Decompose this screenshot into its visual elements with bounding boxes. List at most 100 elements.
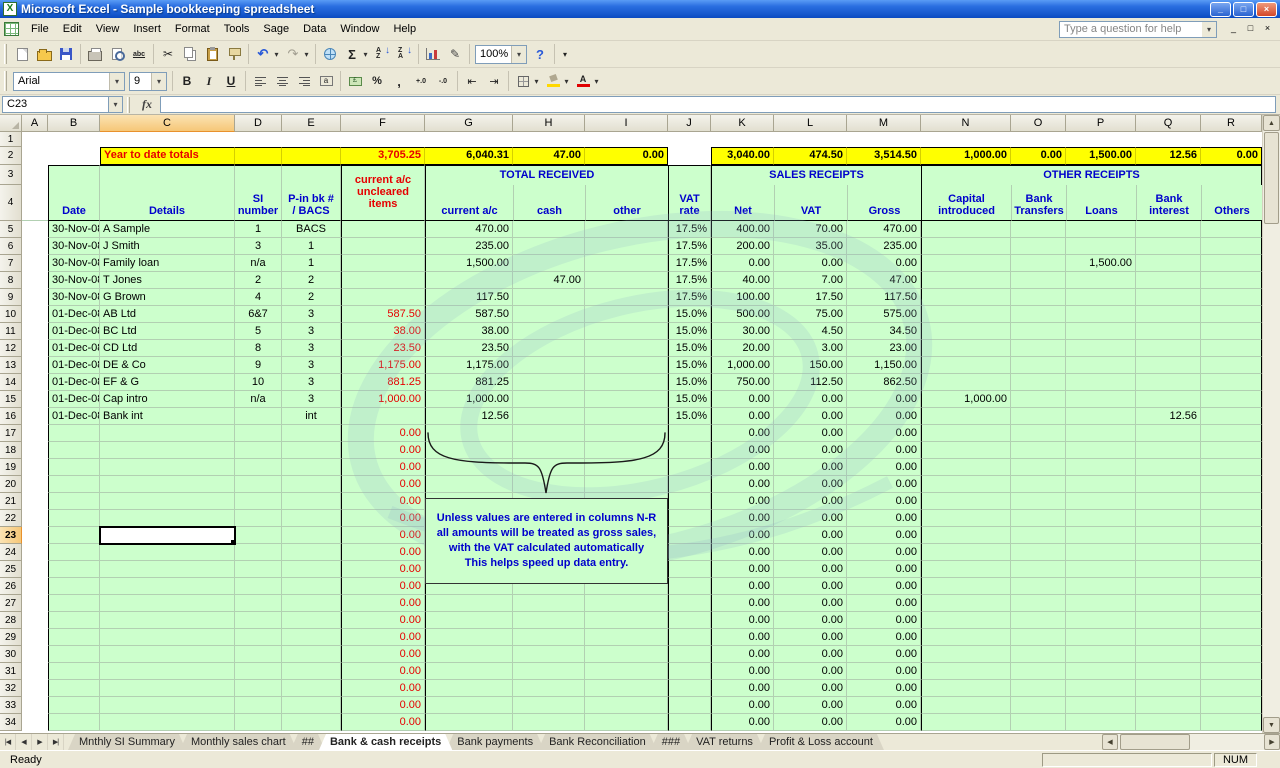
cell-E7[interactable]: 1	[282, 255, 341, 272]
cell-B34[interactable]	[48, 714, 100, 731]
open-button[interactable]	[33, 43, 55, 65]
cell-C20[interactable]	[100, 476, 235, 493]
cell-G30[interactable]	[425, 646, 513, 663]
cell-I5[interactable]	[585, 221, 668, 238]
cell-K19[interactable]: 0.00	[711, 459, 774, 476]
underline-button[interactable]: U	[220, 70, 242, 92]
column-header-F[interactable]: F	[341, 115, 425, 132]
cell-A32[interactable]	[22, 680, 48, 697]
cell-D1[interactable]	[235, 132, 282, 147]
cell-F10[interactable]: 587.50	[341, 306, 425, 323]
cell-R5[interactable]	[1201, 221, 1262, 238]
cell-B23[interactable]	[48, 527, 100, 544]
menu-view[interactable]: View	[89, 20, 127, 38]
decrease-decimal-button[interactable]: -.0	[432, 70, 454, 92]
cell-E17[interactable]	[282, 425, 341, 442]
cell-Q1[interactable]	[1136, 132, 1201, 147]
cell-C8[interactable]: T Jones	[100, 272, 235, 289]
cell-L13[interactable]: 150.00	[774, 357, 847, 374]
cell-A23[interactable]	[22, 527, 48, 544]
cell-A25[interactable]	[22, 561, 48, 578]
cell-O32[interactable]	[1011, 680, 1066, 697]
cell-A14[interactable]	[22, 374, 48, 391]
workbook-minimize-button[interactable]: _	[1225, 22, 1242, 37]
cell-R19[interactable]	[1201, 459, 1262, 476]
zoom-combo[interactable]: 100%▾	[475, 45, 527, 64]
cell-O22[interactable]	[1011, 510, 1066, 527]
tab-bank-cash-receipts[interactable]: Bank & cash receipts	[319, 734, 452, 750]
cell-K11[interactable]: 30.00	[711, 323, 774, 340]
cell-I30[interactable]	[585, 646, 668, 663]
column-header-O[interactable]: O	[1011, 115, 1066, 132]
cell-G14[interactable]: 881.25	[425, 374, 513, 391]
cell-J5[interactable]: 17.5%	[668, 221, 711, 238]
cell-D10[interactable]: 6&7	[235, 306, 282, 323]
column-header-I[interactable]: I	[585, 115, 668, 132]
cell-B11[interactable]: 01-Dec-08	[48, 323, 100, 340]
cell-B17[interactable]	[48, 425, 100, 442]
cell-L5[interactable]: 70.00	[774, 221, 847, 238]
cell-L25[interactable]: 0.00	[774, 561, 847, 578]
cell-B14[interactable]: 01-Dec-08	[48, 374, 100, 391]
cell-P11[interactable]	[1066, 323, 1136, 340]
cell-D31[interactable]	[235, 663, 282, 680]
cell-H1[interactable]	[513, 132, 585, 147]
cell-E9[interactable]: 2	[282, 289, 341, 306]
row-header-14[interactable]: 14	[0, 374, 22, 391]
cell-J28[interactable]	[668, 612, 711, 629]
row-header-28[interactable]: 28	[0, 612, 22, 629]
tab-scroll-last-button[interactable]: ▶|	[48, 734, 64, 750]
cell-H27[interactable]	[513, 595, 585, 612]
cell-G27[interactable]	[425, 595, 513, 612]
cell-F29[interactable]: 0.00	[341, 629, 425, 646]
row-header-19[interactable]: 19	[0, 459, 22, 476]
cell-K22[interactable]: 0.00	[711, 510, 774, 527]
cell-O33[interactable]	[1011, 697, 1066, 714]
cell-C7[interactable]: Family loan	[100, 255, 235, 272]
cell-H33[interactable]	[513, 697, 585, 714]
cell-F9[interactable]	[341, 289, 425, 306]
cell-O25[interactable]	[1011, 561, 1066, 578]
cell-J26[interactable]	[668, 578, 711, 595]
cell-J20[interactable]	[668, 476, 711, 493]
cell-G8[interactable]	[425, 272, 513, 289]
cell-G29[interactable]	[425, 629, 513, 646]
cell-M9[interactable]: 117.50	[847, 289, 921, 306]
cell-D29[interactable]	[235, 629, 282, 646]
cell-Q24[interactable]	[1136, 544, 1201, 561]
cell-N29[interactable]	[921, 629, 1011, 646]
cell-A29[interactable]	[22, 629, 48, 646]
chart-wizard-button[interactable]	[422, 43, 444, 65]
cell-E21[interactable]	[282, 493, 341, 510]
cell-E22[interactable]	[282, 510, 341, 527]
cell-G32[interactable]	[425, 680, 513, 697]
cell-M14[interactable]: 862.50	[847, 374, 921, 391]
cell-B8[interactable]: 30-Nov-08	[48, 272, 100, 289]
cell-F1[interactable]	[341, 132, 425, 147]
cell-K8[interactable]: 40.00	[711, 272, 774, 289]
cell-M34[interactable]: 0.00	[847, 714, 921, 731]
cell-K21[interactable]: 0.00	[711, 493, 774, 510]
row-header-10[interactable]: 10	[0, 306, 22, 323]
cell-F31[interactable]: 0.00	[341, 663, 425, 680]
cell-F16[interactable]	[341, 408, 425, 425]
cell-J34[interactable]	[668, 714, 711, 731]
cell-R28[interactable]	[1201, 612, 1262, 629]
toolbar-grip[interactable]	[4, 44, 7, 64]
cell-I12[interactable]	[585, 340, 668, 357]
cell-C11[interactable]: BC Ltd	[100, 323, 235, 340]
chevron-down-icon[interactable]: ▾	[109, 73, 124, 90]
row-header-5[interactable]: 5	[0, 221, 22, 238]
row-header-4[interactable]: 4	[0, 185, 22, 221]
cell-I13[interactable]	[585, 357, 668, 374]
cell-I9[interactable]	[585, 289, 668, 306]
cell-B30[interactable]	[48, 646, 100, 663]
cell-A3[interactable]	[22, 165, 48, 221]
cell-J18[interactable]	[668, 442, 711, 459]
cell-C26[interactable]	[100, 578, 235, 595]
cell-K5[interactable]: 400.00	[711, 221, 774, 238]
cell-F26[interactable]: 0.00	[341, 578, 425, 595]
cell-N19[interactable]	[921, 459, 1011, 476]
cell-A16[interactable]	[22, 408, 48, 425]
cell-F23[interactable]: 0.00	[341, 527, 425, 544]
